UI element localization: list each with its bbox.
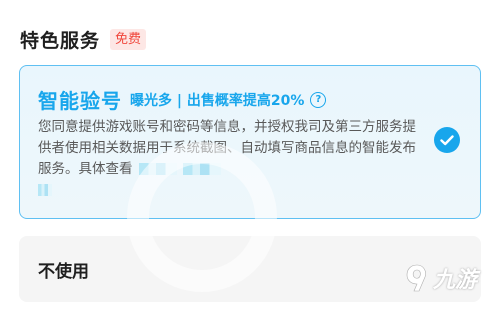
option-title: 智能验号	[38, 89, 122, 113]
masked-link[interactable]	[38, 184, 52, 196]
watermark-logo: 九游	[405, 262, 477, 294]
watermark-text: 九游	[433, 268, 478, 293]
check-icon[interactable]	[434, 127, 460, 153]
watermark-icon	[127, 142, 277, 292]
option-header: 智能验号 曝光多 | 出售概率提高20% ?	[38, 85, 327, 114]
free-badge: 免费	[110, 29, 147, 50]
section-title: 特色服务	[20, 30, 101, 52]
nine-game-logo-icon	[406, 264, 426, 292]
section-header: 特色服务 免费	[20, 26, 147, 53]
help-icon[interactable]: ?	[310, 91, 327, 108]
option-title: 不使用	[38, 262, 89, 282]
option-tagline: 曝光多 | 出售概率提高20%	[130, 92, 305, 109]
